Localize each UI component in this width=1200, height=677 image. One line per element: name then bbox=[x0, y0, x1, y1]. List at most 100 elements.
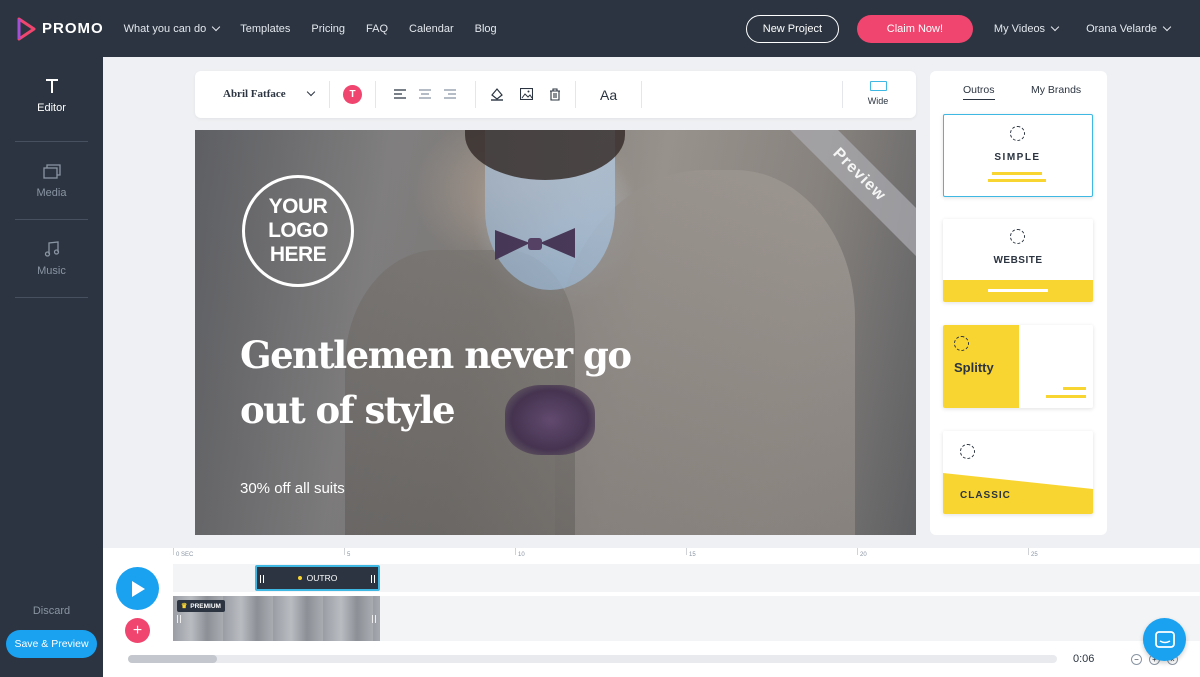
tick-label: 15 bbox=[689, 552, 696, 558]
sidebar-item-label: Music bbox=[37, 265, 66, 277]
brand[interactable]: PROMO bbox=[16, 17, 104, 41]
logo-dot-icon bbox=[1010, 229, 1025, 244]
toolbar-divider bbox=[842, 81, 843, 108]
sidebar-item-editor[interactable]: Editor bbox=[15, 57, 88, 135]
toolbar-divider bbox=[641, 81, 642, 108]
subline-text[interactable]: 30% off all suits bbox=[240, 480, 345, 497]
outros-panel: Outros My Brands SIMPLE WEBSITE Splitty … bbox=[930, 71, 1107, 535]
tab-outros[interactable]: Outros bbox=[963, 84, 995, 100]
image-icon[interactable] bbox=[517, 85, 535, 103]
sidebar-item-label: Editor bbox=[37, 102, 66, 114]
tick-label: 20 bbox=[860, 552, 867, 558]
sidebar-item-media[interactable]: Media bbox=[15, 142, 88, 220]
timeline-tick bbox=[515, 548, 516, 555]
sidebar-item-music[interactable]: Music bbox=[15, 220, 88, 298]
nav-calendar[interactable]: Calendar bbox=[409, 23, 454, 35]
card-title: CLASSIC bbox=[960, 490, 1011, 501]
chevron-down-icon[interactable] bbox=[306, 87, 316, 97]
fill-color-icon[interactable] bbox=[488, 85, 506, 103]
tab-my-brands[interactable]: My Brands bbox=[1031, 84, 1081, 96]
outro-card-simple[interactable]: SIMPLE bbox=[943, 114, 1093, 197]
clip-handle-right[interactable] bbox=[371, 575, 375, 583]
card-title: WEBSITE bbox=[993, 255, 1043, 266]
white-bar bbox=[988, 289, 1048, 292]
clip-handle-left[interactable] bbox=[260, 575, 264, 583]
add-clip-button[interactable]: + bbox=[125, 618, 150, 643]
chevron-down-icon bbox=[1050, 22, 1060, 31]
crown-icon: ♛ bbox=[181, 603, 188, 610]
video-preview[interactable]: YOUR LOGO HERE Gentlemen never go out of… bbox=[195, 130, 916, 535]
media-icon bbox=[42, 163, 61, 179]
outro-card-classic[interactable]: CLASSIC bbox=[943, 431, 1093, 514]
timeline-tick bbox=[1028, 548, 1029, 555]
clip-handle-left[interactable] bbox=[177, 615, 181, 623]
headline-text[interactable]: Gentlemen never go out of style bbox=[240, 328, 660, 438]
nav-faq[interactable]: FAQ bbox=[366, 23, 388, 35]
dropdown-label: My Videos bbox=[993, 22, 1046, 35]
discard-button[interactable]: Discard bbox=[0, 605, 103, 617]
trash-icon[interactable] bbox=[546, 85, 564, 103]
logo-dot-icon bbox=[1010, 126, 1025, 141]
nav-templates[interactable]: Templates bbox=[240, 23, 290, 35]
toolbar-divider bbox=[475, 81, 476, 108]
aspect-wide-button[interactable]: Wide bbox=[863, 81, 893, 106]
nav-what-you-can-do[interactable]: What you can do bbox=[124, 22, 221, 35]
user-menu[interactable]: Orana Velarde bbox=[1086, 22, 1172, 35]
promo-logo-icon bbox=[17, 17, 36, 40]
outro-card-website[interactable]: WEBSITE bbox=[943, 219, 1093, 302]
nav-right: New Project Claim Now! My Videos Orana V… bbox=[745, 0, 1200, 57]
nav-label: Calendar bbox=[409, 22, 454, 35]
timeline-tick bbox=[173, 548, 174, 555]
text-case-button[interactable]: Aa bbox=[600, 87, 617, 103]
align-center-icon[interactable] bbox=[416, 85, 434, 103]
clip-handle-right[interactable] bbox=[372, 615, 376, 623]
sidebar-divider bbox=[15, 297, 88, 298]
brand-name: PROMO bbox=[42, 20, 104, 37]
outro-card-splitty[interactable]: Splitty bbox=[943, 325, 1093, 408]
align-right-icon[interactable] bbox=[441, 85, 459, 103]
plus-icon: + bbox=[132, 621, 143, 639]
logo-dot-icon bbox=[960, 444, 975, 459]
text-color-button[interactable]: T bbox=[343, 85, 362, 104]
timeline-tick bbox=[857, 548, 858, 555]
scrollbar-thumb[interactable] bbox=[128, 655, 218, 663]
my-videos-dropdown[interactable]: My Videos bbox=[993, 22, 1060, 35]
claim-now-button[interactable]: Claim Now! bbox=[856, 14, 973, 43]
align-left-icon[interactable] bbox=[391, 85, 409, 103]
chat-button[interactable] bbox=[1143, 618, 1186, 661]
outro-clip[interactable]: OUTRO bbox=[255, 565, 380, 591]
toolbar-divider bbox=[575, 81, 576, 108]
chat-icon bbox=[1154, 630, 1175, 648]
play-button[interactable] bbox=[116, 567, 159, 610]
premium-badge: ♛ PREMIUM bbox=[177, 600, 225, 612]
nav-pricing[interactable]: Pricing bbox=[311, 23, 345, 35]
current-time: 0:06 bbox=[1073, 653, 1095, 665]
premium-label: PREMIUM bbox=[190, 602, 221, 610]
tick-label: 25 bbox=[1031, 552, 1038, 558]
logo-dot-icon bbox=[954, 336, 969, 351]
nav-blog[interactable]: Blog bbox=[475, 23, 497, 35]
aspect-label: Wide bbox=[867, 96, 889, 106]
video-clip[interactable]: ♛ PREMIUM bbox=[173, 596, 380, 641]
new-project-button[interactable]: New Project bbox=[745, 14, 839, 43]
timeline-tick bbox=[344, 548, 345, 555]
nav-label: Blog bbox=[474, 22, 497, 35]
nav-label: Templates bbox=[240, 22, 291, 35]
card-title: Splitty bbox=[954, 360, 994, 375]
play-icon bbox=[131, 580, 145, 597]
zoom-out-button[interactable]: − bbox=[1131, 654, 1142, 665]
top-navigation: PROMO What you can do Templates Pricing … bbox=[0, 0, 1200, 57]
font-select[interactable]: Abril Fatface bbox=[223, 88, 286, 100]
save-preview-button[interactable]: Save & Preview bbox=[6, 630, 97, 658]
yellow-bar bbox=[988, 179, 1046, 182]
logo-text: YOUR bbox=[268, 195, 328, 218]
sidebar: Editor Media Music Discard Save & Previe… bbox=[0, 57, 103, 677]
wide-aspect-icon bbox=[869, 81, 887, 91]
text-toolbar: Abril Fatface T Aa Wide bbox=[195, 71, 916, 118]
yellow-bar bbox=[1046, 395, 1086, 398]
timeline-scrollbar[interactable] bbox=[128, 655, 1057, 663]
music-icon bbox=[44, 241, 59, 257]
logo-placeholder[interactable]: YOUR LOGO HERE bbox=[242, 175, 354, 287]
timeline: 0 SEC 5 10 15 20 25 + OUTRO ♛ PREMIUM 0:0… bbox=[103, 548, 1200, 677]
clip-label: OUTRO bbox=[306, 573, 338, 583]
